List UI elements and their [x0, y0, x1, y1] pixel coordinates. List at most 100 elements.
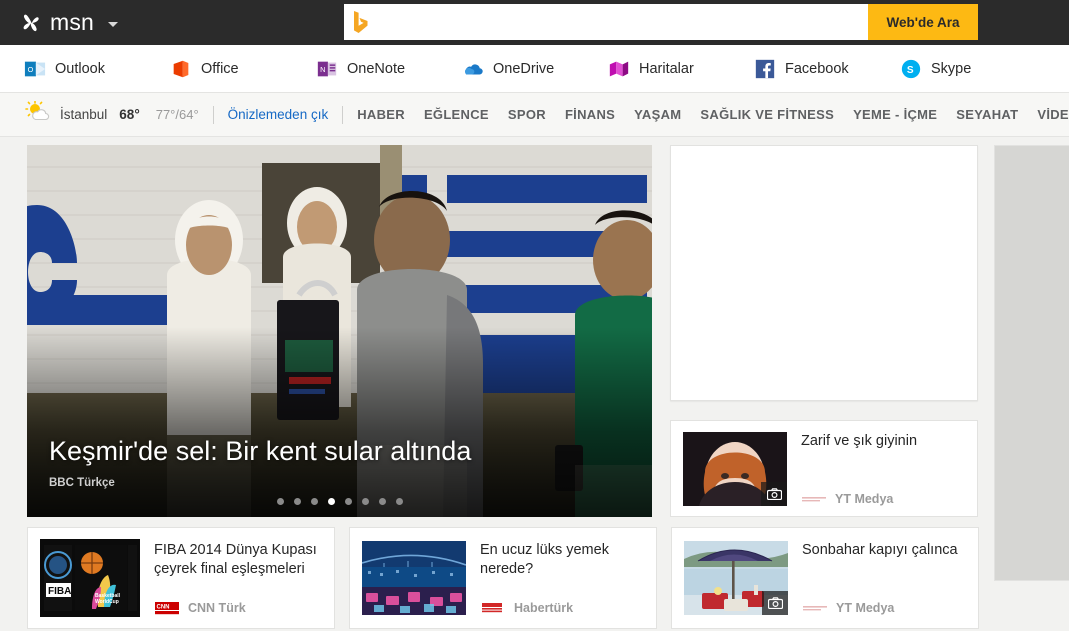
- divider: [213, 106, 214, 124]
- article-card-yemek[interactable]: En ucuz lüks yemek nerede? Habertürk: [349, 527, 657, 629]
- carousel-dots: [27, 498, 652, 505]
- top-bar: msn Web'de Ara: [0, 0, 1069, 45]
- app-label: Haritalar: [639, 61, 694, 77]
- article-meta: Habertürk: [480, 601, 646, 615]
- category-seyahat[interactable]: SEYAHAT: [956, 107, 1018, 122]
- article-source: YT Medya: [836, 601, 894, 615]
- search-input[interactable]: [378, 4, 868, 40]
- app-link-outlook[interactable]: O Outlook: [24, 58, 170, 80]
- article-thumbnail: [684, 541, 788, 615]
- article-title: En ucuz lüks yemek nerede?: [480, 541, 646, 579]
- app-label: Skype: [931, 61, 971, 77]
- hero-article[interactable]: Keşmir'de sel: Bir kent sular altında BB…: [27, 145, 652, 517]
- card-body: Zarif ve şık giyinin YT Medya: [801, 432, 977, 506]
- search-bar: Web'de Ara: [344, 4, 978, 40]
- maps-icon: [608, 58, 630, 80]
- hero-headline: Keşmir'de sel: Bir kent sular altında: [49, 436, 471, 467]
- category-bar: İstanbul 68° 77°/64° Önizlemeden çık HAB…: [0, 93, 1069, 137]
- article-card-sonbahar[interactable]: Sonbahar kapıyı çalınca YT Medya: [671, 527, 979, 629]
- category-saglik-ve-fitness[interactable]: SAĞLIK VE FİTNESS: [700, 107, 834, 122]
- hero-gradient: [27, 327, 652, 517]
- ad-placeholder-panel[interactable]: [670, 145, 978, 401]
- bottom-card-row: FIBA Basketball WorldCup FIBA 2014 Dünya…: [0, 527, 1069, 631]
- svg-text:CNN: CNN: [157, 605, 170, 611]
- category-spor[interactable]: SPOR: [508, 107, 546, 122]
- divider: [342, 106, 343, 124]
- yt-medya-logo: [802, 601, 828, 615]
- weather-temp: 68°: [119, 107, 139, 122]
- article-thumbnail: [362, 541, 466, 615]
- article-card-fiba[interactable]: FIBA Basketball WorldCup FIBA 2014 Dünya…: [27, 527, 335, 629]
- app-link-haritalar[interactable]: Haritalar: [608, 58, 754, 80]
- app-label: Office: [201, 61, 239, 77]
- svg-text:WorldCup: WorldCup: [95, 599, 119, 605]
- app-label: OneDrive: [493, 61, 554, 77]
- onenote-icon: N: [316, 58, 338, 80]
- category-haber[interactable]: HABER: [357, 107, 405, 122]
- category-eglence[interactable]: EĞLENCE: [424, 107, 489, 122]
- app-label: OneNote: [347, 61, 405, 77]
- hero-source: BBC Türkçe: [49, 477, 115, 489]
- card-body: Sonbahar kapıyı çalınca YT Medya: [802, 541, 978, 615]
- svg-text:FIBA: FIBA: [48, 586, 71, 597]
- app-link-office[interactable]: Office: [170, 58, 316, 80]
- category-yasam[interactable]: YAŞAM: [634, 107, 681, 122]
- article-title: Zarif ve şık giyinin: [801, 432, 967, 451]
- side-article-card[interactable]: Zarif ve şık giyinin YT Medya: [670, 420, 978, 517]
- office-icon: [170, 58, 192, 80]
- onedrive-icon: [462, 58, 484, 80]
- cnn-turk-logo: CNN: [154, 601, 180, 615]
- butterfly-icon: [22, 12, 42, 34]
- carousel-dot[interactable]: [362, 498, 369, 505]
- category-finans[interactable]: FİNANS: [565, 107, 615, 122]
- yt-medya-logo: [801, 492, 827, 506]
- article-title: FIBA 2014 Dünya Kupası çeyrek final eşle…: [154, 541, 324, 579]
- msn-logo[interactable]: msn: [22, 11, 118, 34]
- app-label: Facebook: [785, 61, 849, 77]
- app-label: Outlook: [55, 61, 105, 77]
- apps-bar: O Outlook Office N OneNote: [0, 45, 1069, 93]
- svg-text:S: S: [907, 65, 914, 76]
- msn-wordmark: msn: [50, 11, 94, 34]
- carousel-dot-active[interactable]: [328, 498, 335, 505]
- carousel-dot[interactable]: [294, 498, 301, 505]
- article-meta: YT Medya: [802, 601, 968, 615]
- weather-widget[interactable]: İstanbul 68° 77°/64°: [24, 101, 199, 128]
- haberturk-logo: [480, 601, 506, 615]
- bing-icon: [344, 4, 378, 40]
- article-thumbnail: [683, 432, 787, 506]
- app-link-onenote[interactable]: N OneNote: [316, 58, 462, 80]
- article-meta: YT Medya: [801, 492, 967, 506]
- sun-cloud-icon: [24, 101, 52, 128]
- weather-city: İstanbul: [60, 107, 107, 122]
- category-yeme-icme[interactable]: YEME - İÇME: [853, 107, 937, 122]
- outlook-icon: O: [24, 58, 46, 80]
- carousel-dot[interactable]: [396, 498, 403, 505]
- carousel-dot[interactable]: [379, 498, 386, 505]
- exit-preview-link[interactable]: Önizlemeden çık: [228, 107, 329, 122]
- article-source: CNN Türk: [188, 601, 246, 615]
- card-body: FIBA 2014 Dünya Kupası çeyrek final eşle…: [154, 541, 334, 615]
- app-link-skype[interactable]: S Skype: [900, 58, 1046, 80]
- chevron-down-icon[interactable]: [108, 22, 118, 27]
- skype-icon: S: [900, 58, 922, 80]
- web-search-button[interactable]: Web'de Ara: [868, 4, 978, 40]
- right-rail-placeholder[interactable]: [994, 145, 1069, 581]
- carousel-dot[interactable]: [311, 498, 318, 505]
- carousel-dot[interactable]: [277, 498, 284, 505]
- article-thumbnail: FIBA Basketball WorldCup: [40, 539, 140, 617]
- card-body: En ucuz lüks yemek nerede? Habertürk: [480, 541, 656, 615]
- article-meta: CNN CNN Türk: [154, 601, 324, 615]
- carousel-dot[interactable]: [345, 498, 352, 505]
- article-title: Sonbahar kapıyı çalınca: [802, 541, 968, 560]
- main-content: Keşmir'de sel: Bir kent sular altında BB…: [0, 137, 1069, 581]
- article-source: Habertürk: [514, 601, 573, 615]
- facebook-icon: [754, 58, 776, 80]
- app-link-facebook[interactable]: Facebook: [754, 58, 900, 80]
- svg-text:O: O: [28, 64, 34, 73]
- category-links: HABER EĞLENCE SPOR FİNANS YAŞAM SAĞLIK V…: [357, 107, 1069, 122]
- app-link-onedrive[interactable]: OneDrive: [462, 58, 608, 80]
- svg-text:N: N: [320, 64, 325, 73]
- category-video[interactable]: VİDEO: [1037, 107, 1069, 122]
- article-source: YT Medya: [835, 492, 893, 506]
